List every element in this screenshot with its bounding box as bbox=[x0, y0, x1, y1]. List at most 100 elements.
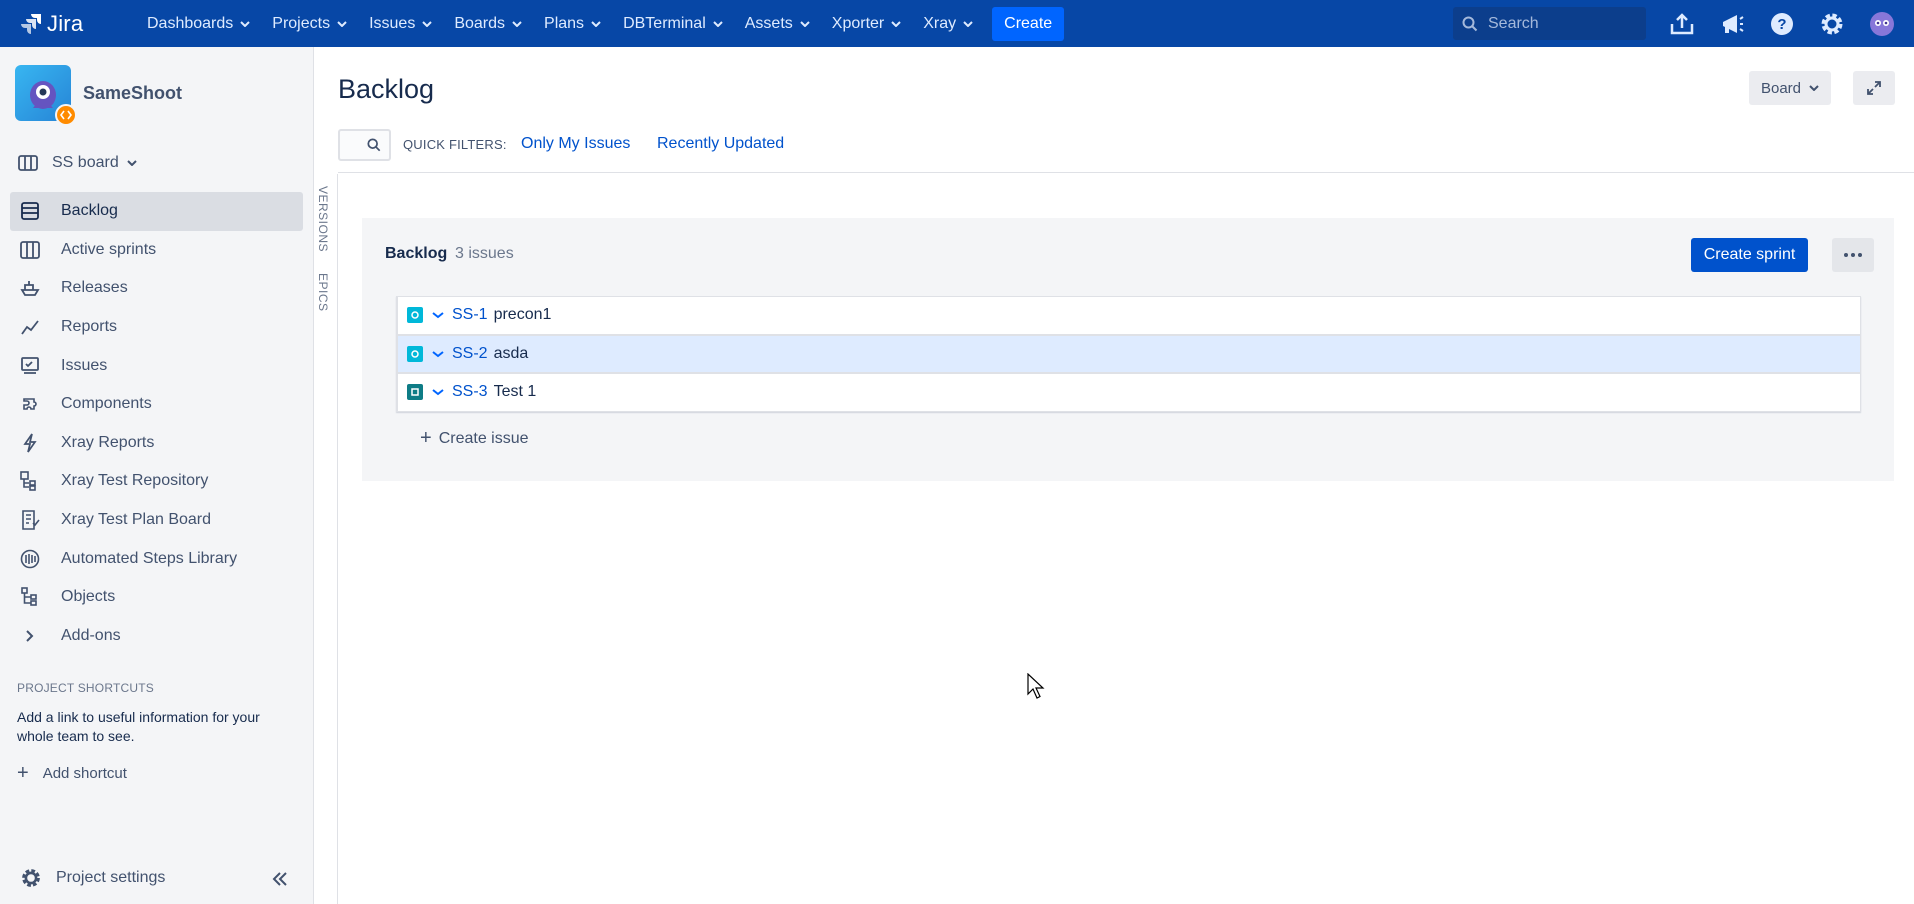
sidebar-item-label: Components bbox=[61, 395, 152, 413]
board-dropdown-button[interactable]: Board bbox=[1749, 71, 1831, 105]
plus-icon: + bbox=[420, 427, 432, 449]
nav-label: Projects bbox=[272, 14, 331, 32]
quick-filters-label: QUICK FILTERS: bbox=[403, 137, 507, 152]
sidebar-item-active-sprints[interactable]: Active sprints bbox=[10, 231, 303, 270]
svg-text:?: ? bbox=[1777, 16, 1786, 33]
tab-epics[interactable]: EPICS bbox=[316, 273, 330, 312]
create-issue-button[interactable]: + Create issue bbox=[420, 427, 529, 450]
issue-row[interactable]: SS-2 asda bbox=[396, 334, 1861, 373]
issue-key[interactable]: SS-3 bbox=[452, 383, 488, 401]
priority-low-icon bbox=[432, 311, 444, 319]
sidebar-item-xray-test-plan-board[interactable]: Xray Test Plan Board bbox=[10, 501, 303, 540]
sidebar-item-label: Xray Test Repository bbox=[61, 472, 209, 490]
jira-logo[interactable]: Jira bbox=[20, 11, 110, 37]
sidebar-item-objects[interactable]: Objects bbox=[10, 578, 303, 617]
nav-label: Issues bbox=[369, 14, 416, 32]
chevron-down-icon bbox=[800, 20, 810, 27]
upload-icon[interactable] bbox=[1666, 8, 1698, 40]
nav-label: DBTerminal bbox=[623, 14, 706, 32]
priority-low-icon bbox=[432, 350, 444, 358]
sidebar-item-label: Xray Reports bbox=[61, 433, 155, 451]
create-issue-label: Create issue bbox=[438, 429, 529, 447]
sidebar-item-xray-reports[interactable]: Xray Reports bbox=[10, 424, 303, 463]
fullscreen-button[interactable] bbox=[1853, 71, 1895, 105]
sidebar-item-components[interactable]: Components bbox=[10, 385, 303, 424]
issue-key[interactable]: SS-1 bbox=[452, 306, 488, 324]
jira-logo-text: Jira bbox=[47, 10, 84, 36]
create-button[interactable]: Create bbox=[992, 6, 1065, 41]
issue-summary: precon1 bbox=[493, 306, 552, 324]
filter-search-input[interactable] bbox=[338, 129, 391, 161]
add-shortcut-label: Add shortcut bbox=[42, 765, 127, 782]
megaphone-icon[interactable] bbox=[1716, 8, 1748, 40]
chevron-down-icon bbox=[591, 20, 601, 27]
sidebar-item-automated-steps-library[interactable]: Automated Steps Library bbox=[10, 539, 303, 578]
nav-dbterminal[interactable]: DBTerminal bbox=[612, 0, 734, 47]
issue-summary: Test 1 bbox=[493, 383, 537, 401]
more-icon bbox=[1844, 253, 1862, 257]
nav-plans[interactable]: Plans bbox=[533, 0, 612, 47]
nav-xporter[interactable]: Xporter bbox=[821, 0, 912, 47]
chevron-down-icon bbox=[1809, 85, 1819, 91]
sidebar-item-label: Automated Steps Library bbox=[61, 549, 238, 567]
chevron-right-icon bbox=[19, 625, 41, 647]
issue-summary: asda bbox=[493, 344, 529, 362]
issue-key[interactable]: SS-2 bbox=[452, 345, 488, 363]
nav-dashboards[interactable]: Dashboards bbox=[136, 0, 261, 47]
sidebar-item-reports[interactable]: Reports bbox=[10, 308, 303, 347]
more-actions-button[interactable] bbox=[1832, 238, 1874, 272]
search-placeholder: Search bbox=[1488, 14, 1539, 32]
chevron-down-icon bbox=[713, 20, 723, 27]
board-selector[interactable]: SS board bbox=[18, 154, 137, 172]
project-shortcuts-description: Add a link to useful information for you… bbox=[17, 709, 260, 744]
sidebar-item-label: Add-ons bbox=[61, 626, 121, 644]
nav-issues[interactable]: Issues bbox=[358, 0, 443, 47]
issue-row[interactable]: SS-3 Test 1 bbox=[396, 373, 1861, 412]
sidebar-item-label: Active sprints bbox=[61, 240, 157, 258]
project-settings-link[interactable]: Project settings bbox=[20, 867, 165, 889]
search-input[interactable]: Search bbox=[1453, 7, 1646, 40]
board-selector-label: SS board bbox=[52, 154, 119, 171]
nav-boards[interactable]: Boards bbox=[443, 0, 533, 47]
sidebar-item-label: Issues bbox=[61, 356, 108, 374]
nav-projects[interactable]: Projects bbox=[261, 0, 358, 47]
double-chevron-left-icon bbox=[272, 872, 287, 886]
project-settings-label: Project settings bbox=[56, 869, 166, 886]
project-name: SameShoot bbox=[83, 82, 183, 103]
sidebar-item-issues[interactable]: Issues bbox=[10, 346, 303, 385]
collapse-sidebar-button[interactable] bbox=[268, 867, 292, 891]
test-execution-issue-type-icon bbox=[407, 384, 423, 401]
nav-assets[interactable]: Assets bbox=[734, 0, 821, 47]
issue-row[interactable]: SS-1 precon1 bbox=[396, 296, 1861, 335]
sidebar-item-backlog[interactable]: Backlog bbox=[10, 192, 303, 231]
chevron-down-icon bbox=[891, 20, 901, 27]
tab-versions[interactable]: VERSIONS bbox=[316, 186, 330, 252]
chevron-down-icon bbox=[127, 160, 137, 166]
jira-logo-icon bbox=[21, 13, 41, 34]
software-project-badge-icon bbox=[55, 104, 77, 126]
chevron-down-icon bbox=[240, 20, 250, 27]
settings-icon[interactable] bbox=[1816, 8, 1848, 40]
sidebar-item-label: Releases bbox=[61, 279, 128, 297]
search-icon bbox=[367, 138, 381, 152]
quick-filter-only-my-issues[interactable]: Only My Issues bbox=[521, 135, 630, 153]
settings-icon bbox=[22, 869, 40, 887]
project-sidebar: SameShoot SS board Backlog Active sprint… bbox=[0, 47, 314, 904]
top-navigation-bar: Jira Dashboards Projects Issues Boards P… bbox=[0, 0, 1914, 47]
board-button-label: Board bbox=[1760, 79, 1802, 97]
quick-filter-recently-updated[interactable]: Recently Updated bbox=[657, 135, 784, 153]
board-icon bbox=[18, 155, 38, 171]
sidebar-item-add-ons[interactable]: Add-ons bbox=[10, 617, 303, 656]
project-header[interactable]: SameShoot bbox=[15, 65, 183, 126]
issue-list: SS-1 precon1 SS-2 asda SS-3 Test 1 bbox=[396, 296, 1861, 412]
sidebar-item-xray-test-repository[interactable]: Xray Test Repository bbox=[10, 462, 303, 501]
nav-xray[interactable]: Xray bbox=[912, 0, 984, 47]
help-icon[interactable]: ? bbox=[1766, 8, 1798, 40]
add-shortcut-button[interactable]: + Add shortcut bbox=[17, 762, 127, 785]
create-sprint-button[interactable]: Create sprint bbox=[1691, 238, 1808, 272]
user-avatar-icon[interactable] bbox=[1866, 8, 1898, 40]
test-issue-type-icon bbox=[407, 345, 423, 362]
nav-label: Plans bbox=[544, 14, 585, 32]
test-issue-type-icon bbox=[407, 307, 423, 324]
sidebar-item-releases[interactable]: Releases bbox=[10, 269, 303, 308]
